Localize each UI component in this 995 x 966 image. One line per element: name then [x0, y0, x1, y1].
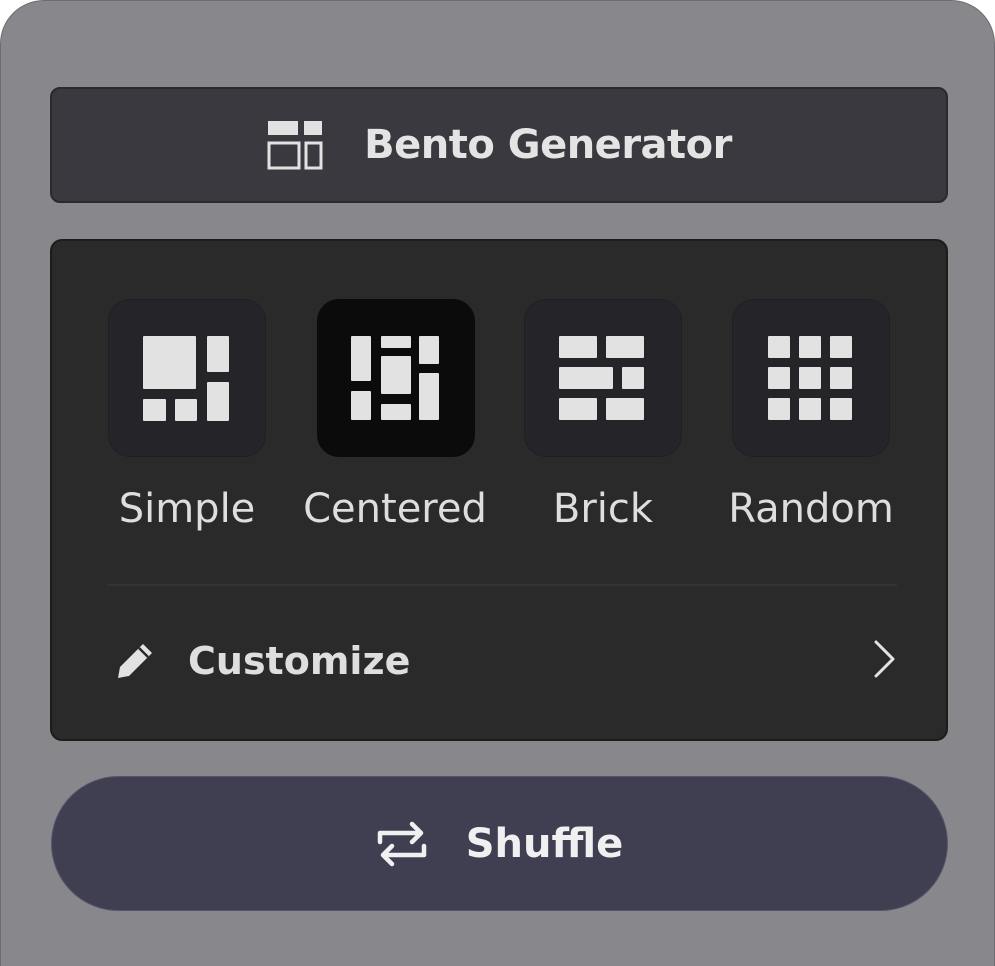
customize-row[interactable]: Customize [107, 621, 897, 701]
bento-layout-icon [267, 121, 323, 170]
layout-option-simple[interactable] [108, 299, 266, 457]
shuffle-label: Shuffle [465, 820, 624, 867]
panel-header: Bento Generator [50, 87, 948, 203]
pencil-icon [118, 644, 152, 678]
card-divider [107, 584, 897, 586]
layout-label-centered[interactable]: Centered [285, 483, 505, 535]
layout-option-brick[interactable] [524, 299, 682, 457]
layout-option-centered[interactable] [317, 299, 475, 457]
panel-title: Bento Generator [364, 122, 732, 168]
customize-label: Customize [188, 639, 411, 683]
layout-label-random[interactable]: Random [701, 483, 921, 535]
layout-option-random[interactable] [732, 299, 890, 457]
shuffle-icon [377, 821, 426, 866]
layout-label-brick[interactable]: Brick [493, 483, 713, 535]
layout-label-simple[interactable]: Simple [77, 483, 297, 535]
chevron-right-icon [874, 640, 895, 678]
bento-generator-panel: Bento Generator Simple Centered Brick Ra… [0, 0, 995, 966]
shuffle-button[interactable]: Shuffle [51, 776, 948, 911]
